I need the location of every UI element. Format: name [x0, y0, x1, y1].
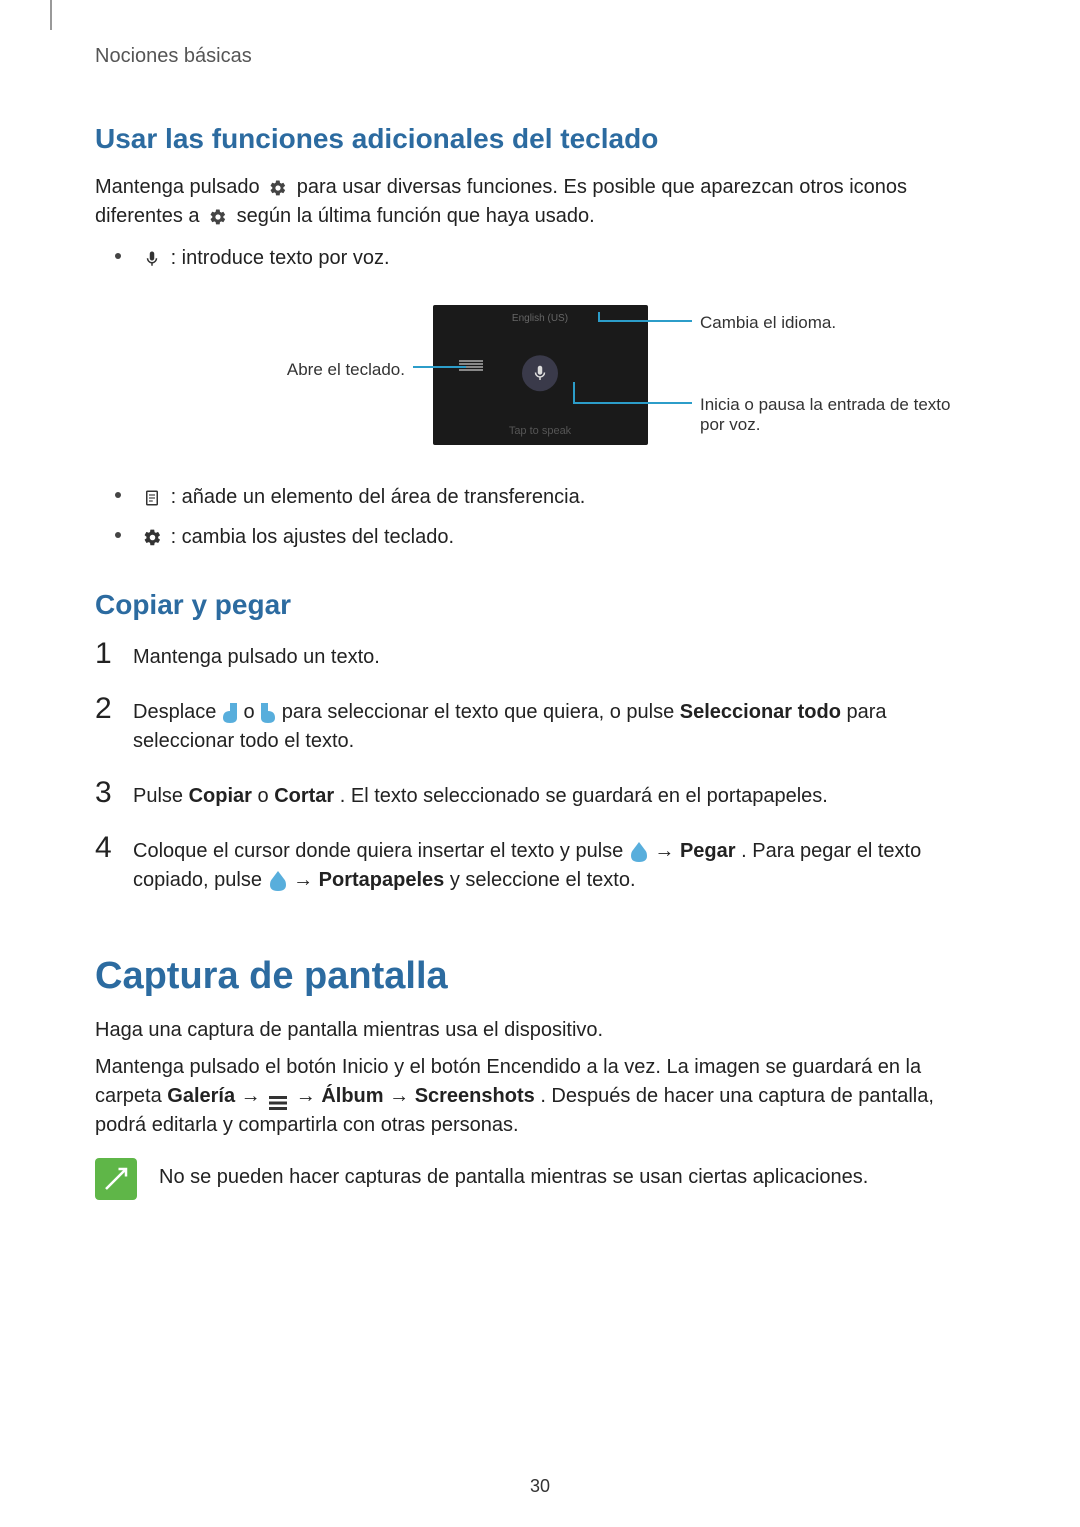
selection-handle-left-icon — [223, 703, 237, 723]
gear-icon — [141, 527, 163, 549]
gear-icon — [207, 206, 229, 228]
bullet-voice: : introduce texto por voz. — [115, 241, 985, 275]
note-text: No se pueden hacer capturas de pantalla … — [159, 1158, 868, 1189]
page-number: 30 — [0, 1476, 1080, 1497]
selection-handle-right-icon — [261, 703, 275, 723]
section-heading-keyboard: Usar las funciones adicionales del tecla… — [95, 123, 985, 155]
screenshot-p1: Haga una captura de pantalla mientras us… — [95, 1016, 985, 1045]
note-box: No se pueden hacer capturas de pantalla … — [95, 1158, 985, 1200]
mini-keyboard-icon — [459, 360, 483, 376]
clipboard-icon — [141, 487, 163, 509]
mic-button — [522, 355, 558, 391]
callout-label-voice: Inicia o pausa la entrada de texto por v… — [700, 395, 960, 435]
gear-icon — [267, 177, 289, 199]
callout-label-keyboard: Abre el teclado. — [287, 360, 405, 380]
paste-marker-icon — [631, 842, 647, 862]
menu-icon — [269, 1090, 287, 1104]
callout-label-language: Cambia el idioma. — [700, 313, 836, 333]
step-4: Coloque el cursor donde quiera insertar … — [95, 833, 985, 895]
breadcrumb: Nociones básicas — [95, 45, 985, 68]
step-3: Pulse Copiar o Cortar . El texto selecci… — [95, 778, 985, 811]
intro-paragraph: Mantenga pulsado para usar diversas func… — [95, 173, 985, 231]
voice-panel: English (US) Tap to speak — [433, 305, 648, 445]
bullet-settings: : cambia los ajustes del teclado. — [115, 520, 985, 554]
note-icon — [95, 1158, 137, 1200]
section-heading-copy-paste: Copiar y pegar — [95, 589, 985, 621]
step-1: Mantenga pulsado un texto. — [95, 639, 985, 672]
microphone-icon — [141, 248, 163, 270]
voice-panel-hint: Tap to speak — [433, 425, 648, 437]
section-heading-screenshot: Captura de pantalla — [95, 955, 985, 998]
voice-panel-language: English (US) — [433, 313, 648, 324]
step-2: Desplace o para seleccionar el texto que… — [95, 694, 985, 756]
bullet-clipboard: : añade un elemento del área de transfer… — [115, 480, 985, 514]
voice-input-diagram: Abre el teclado. Cambia el idioma. Inici… — [95, 295, 985, 455]
screenshot-p2: Mantenga pulsado el botón Inicio y el bo… — [95, 1053, 985, 1140]
paste-marker-icon — [270, 871, 286, 891]
